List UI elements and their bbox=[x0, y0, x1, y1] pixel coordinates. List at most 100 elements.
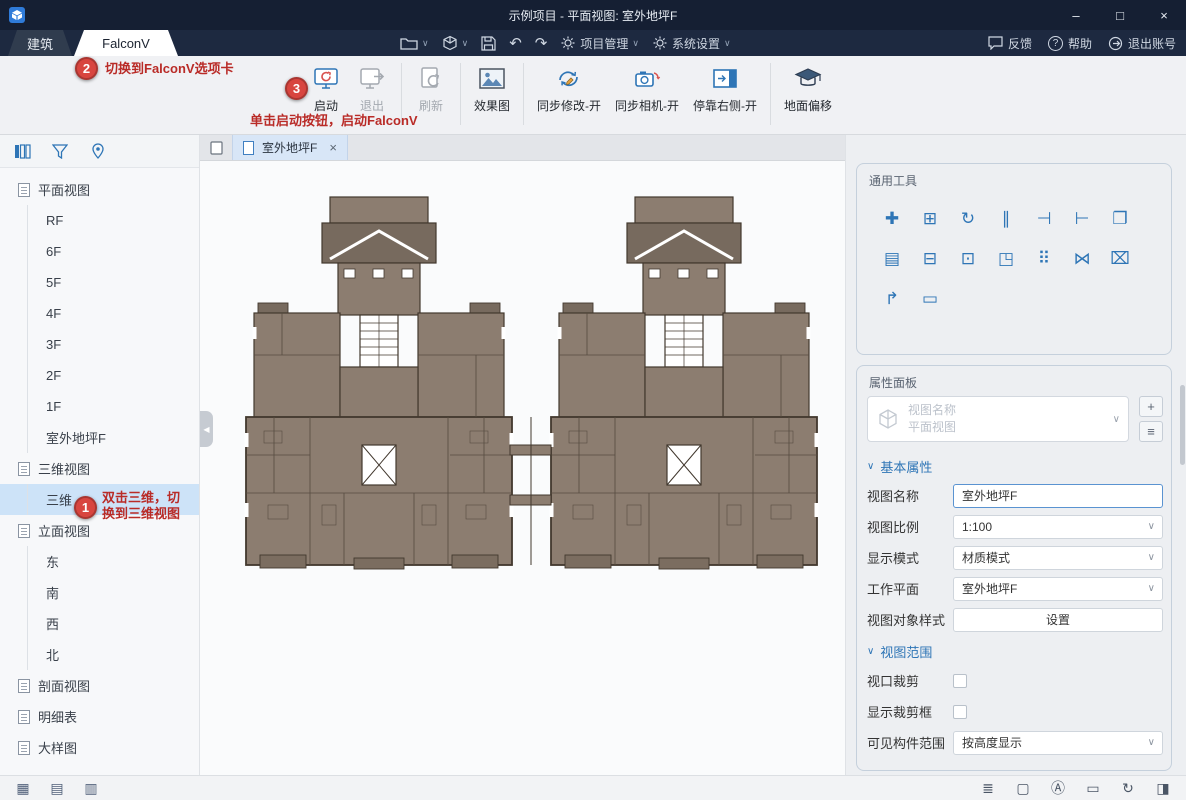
panel-toggle-icon[interactable]: ◨ bbox=[1154, 779, 1172, 797]
view-group-icon bbox=[18, 462, 30, 476]
tree-item-5f[interactable]: 5F bbox=[0, 267, 199, 298]
view-scale-select[interactable]: 1:100∨ bbox=[953, 515, 1163, 539]
object-style-settings-button[interactable]: 设置 bbox=[953, 608, 1163, 632]
caret-down-icon: ∨ bbox=[462, 39, 469, 48]
section-basic-properties[interactable]: ∨ 基本属性 bbox=[867, 452, 1163, 480]
tree-group-sections[interactable]: 剖面视图 bbox=[0, 670, 199, 701]
tree-item-west[interactable]: 西 bbox=[0, 608, 199, 639]
refresh-view-icon[interactable]: ↻ bbox=[1119, 779, 1137, 797]
distribute-icon[interactable]: ∥ bbox=[991, 206, 1021, 232]
view-tab-site-plan[interactable]: 室外地坪F × bbox=[232, 135, 348, 160]
tree-item-south[interactable]: 南 bbox=[0, 577, 199, 608]
locate-button[interactable] bbox=[84, 138, 112, 164]
copy-icon[interactable]: ❐ bbox=[1105, 206, 1135, 232]
undo-icon: ↶ bbox=[509, 36, 522, 51]
tree-item-east[interactable]: 东 bbox=[0, 546, 199, 577]
dock-right-button[interactable]: 停靠右侧-开 bbox=[686, 61, 764, 117]
tree-item-3f[interactable]: 3F bbox=[0, 329, 199, 360]
maximize-button[interactable]: □ bbox=[1098, 0, 1142, 30]
properties-title: 属性面板 bbox=[869, 374, 917, 391]
add-property-button[interactable]: + bbox=[1139, 396, 1163, 417]
page-icon bbox=[210, 141, 223, 155]
work-plane-label: 工作平面 bbox=[867, 579, 953, 598]
visible-range-select[interactable]: 按高度显示∨ bbox=[953, 731, 1163, 755]
feedback-button[interactable]: 反馈 bbox=[988, 35, 1032, 52]
delete-icon[interactable]: ⌧ bbox=[1105, 246, 1135, 272]
save-button[interactable] bbox=[481, 36, 496, 51]
ground-offset-button[interactable]: 地面偏移 bbox=[777, 61, 839, 117]
selector-placeholder: 视图名称 平面视图 bbox=[908, 402, 1105, 437]
extend-icon[interactable]: ⊡ bbox=[953, 246, 983, 272]
collapse-sidebar-handle[interactable]: ◀ bbox=[200, 411, 213, 447]
command-list-icon[interactable]: ≣ bbox=[979, 779, 997, 797]
visible-range-value: 按高度显示 bbox=[962, 734, 1022, 751]
chevron-down-icon: ∨ bbox=[1148, 583, 1155, 594]
launch-falconv-button[interactable]: 启动 bbox=[303, 61, 349, 117]
view-tile-icon[interactable]: ▤ bbox=[48, 779, 66, 797]
layout-columns-button[interactable] bbox=[8, 138, 36, 164]
measure-icon[interactable]: ▭ bbox=[915, 286, 945, 312]
selection-frame-icon[interactable]: ▢ bbox=[1014, 779, 1032, 797]
right-panel: 通用工具 ✚ ⊞ ↻ ∥ ⊣ ⊢ ❐ ▤ ⊟ ⊡ ◳ ⠿ ⋈ ⌧ ↱ ▭ 属性面… bbox=[845, 135, 1186, 775]
view-type-selector[interactable]: 视图名称 平面视图 ∨ bbox=[867, 396, 1129, 442]
sync-edit-button[interactable]: 同步修改-开 bbox=[530, 61, 608, 117]
exit-falconv-button[interactable]: 退出 bbox=[349, 61, 395, 117]
project-manage-menu[interactable]: 项目管理 ∨ bbox=[560, 35, 639, 52]
display-monitor-icon[interactable]: ▭ bbox=[1084, 779, 1102, 797]
sync-camera-button[interactable]: 同步相机-开 bbox=[608, 61, 686, 117]
tab-falconv[interactable]: FalconV bbox=[74, 30, 178, 56]
move-icon[interactable]: ✚ bbox=[877, 206, 907, 232]
array-icon[interactable]: ⊞ bbox=[915, 206, 945, 232]
tree-group-details[interactable]: 大样图 bbox=[0, 732, 199, 763]
tree-item-site-plan[interactable]: 室外地坪F bbox=[0, 422, 199, 453]
tree-label: 北 bbox=[46, 645, 59, 664]
tree-item-2f[interactable]: 2F bbox=[0, 360, 199, 391]
viewport-clip-checkbox[interactable] bbox=[953, 674, 967, 688]
show-clip-box-checkbox[interactable] bbox=[953, 705, 967, 719]
tree-item-north[interactable]: 北 bbox=[0, 639, 199, 670]
annotation-a-icon[interactable]: Ⓐ bbox=[1049, 779, 1067, 797]
rotate-icon[interactable]: ↻ bbox=[953, 206, 983, 232]
array-grid-icon[interactable]: ⠿ bbox=[1029, 246, 1059, 272]
tree-item-4f[interactable]: 4F bbox=[0, 298, 199, 329]
system-settings-menu[interactable]: 系统设置 ∨ bbox=[652, 35, 731, 52]
render-image-button[interactable]: 效果图 bbox=[467, 61, 517, 117]
work-plane-select[interactable]: 室外地坪F∨ bbox=[953, 577, 1163, 601]
tree-group-plan-views[interactable]: 平面视图 bbox=[0, 174, 199, 205]
tree-group-3d-views[interactable]: 三维视图 bbox=[0, 453, 199, 484]
flip-icon[interactable]: ↱ bbox=[877, 286, 907, 312]
view-name-input[interactable]: 室外地坪F bbox=[953, 484, 1163, 508]
family-library-button[interactable]: ∨ bbox=[442, 35, 469, 51]
paste-icon[interactable]: ▤ bbox=[877, 246, 907, 272]
redo-button[interactable]: ↷ bbox=[535, 36, 548, 51]
tree-item-1f[interactable]: 1F bbox=[0, 391, 199, 422]
view-grid-icon[interactable]: ▦ bbox=[14, 779, 32, 797]
minimize-button[interactable]: – bbox=[1054, 0, 1098, 30]
display-mode-select[interactable]: 材质模式∨ bbox=[953, 546, 1163, 570]
tab-architecture[interactable]: 建筑 bbox=[8, 30, 72, 56]
logout-button[interactable]: 退出账号 bbox=[1108, 35, 1176, 52]
drawing-canvas[interactable]: 室外地坪F × bbox=[200, 135, 845, 775]
panel-scrollbar[interactable] bbox=[1180, 385, 1185, 465]
scale-icon[interactable]: ◳ bbox=[991, 246, 1021, 272]
mirror-icon[interactable]: ⋈ bbox=[1067, 246, 1097, 272]
undo-button[interactable]: ↶ bbox=[509, 36, 522, 51]
new-view-button[interactable] bbox=[200, 135, 232, 160]
close-tab-icon[interactable]: × bbox=[329, 140, 337, 155]
view-cascade-icon[interactable]: ▥ bbox=[82, 779, 100, 797]
align-right-icon[interactable]: ⊢ bbox=[1067, 206, 1097, 232]
refresh-button[interactable]: 刷新 bbox=[408, 61, 454, 117]
property-list-button[interactable]: ≡ bbox=[1139, 421, 1163, 442]
tree-label: 三维 bbox=[46, 490, 72, 509]
filter-button[interactable] bbox=[46, 138, 74, 164]
tree-group-schedules[interactable]: 明细表 bbox=[0, 701, 199, 732]
project-manage-label: 项目管理 bbox=[580, 35, 628, 52]
close-button[interactable]: × bbox=[1142, 0, 1186, 30]
section-view-range[interactable]: ∨ 视图范围 bbox=[867, 637, 1163, 665]
open-project-button[interactable]: ∨ bbox=[400, 36, 429, 50]
trim-icon[interactable]: ⊟ bbox=[915, 246, 945, 272]
align-left-icon[interactable]: ⊣ bbox=[1029, 206, 1059, 232]
tree-item-rf[interactable]: RF bbox=[0, 205, 199, 236]
tree-item-6f[interactable]: 6F bbox=[0, 236, 199, 267]
help-button[interactable]: ? 帮助 bbox=[1048, 35, 1092, 52]
